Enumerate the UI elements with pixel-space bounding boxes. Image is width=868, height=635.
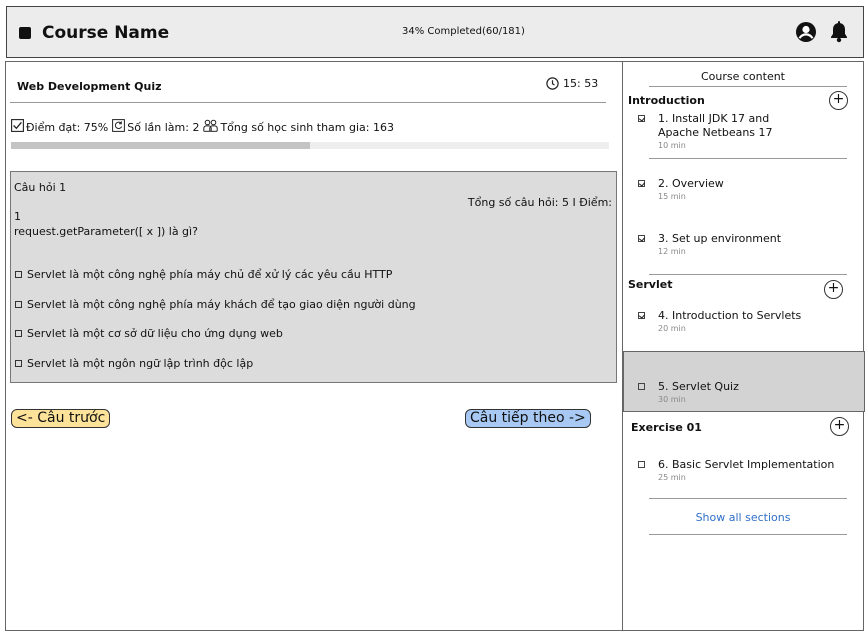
lesson-checkbox[interactable] [638, 461, 645, 468]
divider [649, 498, 847, 499]
quiz-title: Web Development Quiz [17, 80, 162, 93]
lesson-duration: 20 min [658, 324, 686, 333]
quiz-panel: Web Development Quiz 15: 53 Điểm đạt: 75… [5, 61, 623, 631]
timer-value: 15: 53 [563, 77, 599, 90]
answer-option[interactable]: Servlet là một công nghệ phía máy chủ để… [15, 268, 392, 281]
lesson-checkbox[interactable] [638, 115, 645, 122]
lesson-duration: 30 min [658, 395, 686, 404]
option-text: Servlet là một công nghệ phía máy khách … [27, 298, 416, 311]
option-text: Servlet là một công nghệ phía máy chủ để… [27, 268, 393, 281]
section-title-introduction[interactable]: Introduction [628, 94, 705, 107]
lesson-checkbox[interactable] [638, 180, 645, 187]
checkbox-checked-icon [11, 119, 24, 135]
option-checkbox[interactable] [15, 301, 22, 308]
lesson-name: 1. Install JDK 17 and Apache Netbeans 17 [658, 112, 773, 139]
option-text: Servlet là một cơ sở dữ liệu cho ứng dụn… [27, 327, 283, 340]
section-title-servlet[interactable]: Servlet [628, 278, 672, 291]
divider [649, 274, 847, 275]
course-content-sidebar: Course content Introduction + 1. Install… [622, 61, 865, 631]
course-logo-icon [19, 27, 31, 39]
option-checkbox[interactable] [15, 271, 22, 278]
answer-option[interactable]: Servlet là một cơ sở dữ liệu cho ứng dụn… [15, 327, 283, 340]
question-number: Câu hỏi 1 [14, 181, 67, 194]
score-label: Điểm đạt: 75% [26, 120, 109, 134]
top-header: Course Name 34% Completed(60/181) [6, 6, 864, 58]
lesson-checkbox[interactable] [638, 312, 645, 319]
divider [649, 534, 847, 535]
next-question-button[interactable]: Câu tiếp theo -> [465, 409, 591, 428]
divider [10, 102, 606, 103]
option-checkbox[interactable] [15, 360, 22, 367]
lesson-item[interactable]: 1. Install JDK 17 and Apache Netbeans 17 … [638, 112, 773, 150]
lesson-name: 3. Set up environment [658, 232, 782, 245]
question-total: Tổng số câu hỏi: 5 I Điểm: [467, 196, 612, 209]
answer-option[interactable]: Servlet là một ngôn ngữ lập trình độc lậ… [15, 357, 253, 370]
option-checkbox[interactable] [15, 330, 22, 337]
attempts-label: Số lần làm: 2 [127, 120, 200, 134]
quiz-progress-bar [11, 142, 609, 149]
divider [649, 158, 847, 159]
section-title-exercise[interactable]: Exercise 01 [631, 421, 702, 434]
course-progress-text: 34% Completed(60/181) [402, 26, 525, 37]
answer-option[interactable]: Servlet là một công nghệ phía máy khách … [15, 298, 416, 311]
sidebar-title: Course content [700, 70, 785, 83]
plus-icon[interactable]: + [829, 91, 848, 110]
plus-icon[interactable]: + [824, 280, 843, 299]
quiz-stats: Điểm đạt: 75% Số lần làm: 2 Tổng số học … [11, 119, 394, 135]
lesson-item[interactable]: 6. Basic Servlet Implementation 25 min [638, 458, 834, 482]
clock-icon [546, 77, 559, 90]
lesson-item[interactable]: 2. Overview 15 min [638, 177, 724, 201]
previous-question-button[interactable]: <- Câu trước [11, 409, 111, 428]
show-all-sections-link[interactable]: Show all sections [623, 511, 863, 524]
question-text: request.getParameter([ x ]) là gì? [14, 225, 198, 238]
option-text: Servlet là một ngôn ngữ lập trình độc lậ… [27, 357, 254, 370]
lesson-checkbox[interactable] [638, 383, 645, 390]
plus-icon[interactable]: + [830, 417, 849, 436]
course-brand[interactable]: Course Name [19, 23, 169, 43]
bell-icon[interactable] [829, 21, 849, 47]
lesson-duration: 15 min [658, 192, 686, 201]
lesson-duration: 25 min [658, 473, 686, 482]
question-point: 1 [14, 210, 21, 223]
lesson-name: 5. Servlet Quiz [658, 380, 739, 393]
lesson-name: 6. Basic Servlet Implementation [658, 458, 835, 471]
lesson-duration: 10 min [658, 141, 686, 150]
course-name: Course Name [42, 23, 170, 43]
quiz-timer: 15: 53 [546, 77, 598, 90]
group-icon [203, 119, 219, 135]
participants-label: Tổng số học sinh tham gia: 163 [220, 120, 394, 134]
lesson-name: 2. Overview [658, 177, 724, 190]
lesson-checkbox[interactable] [638, 235, 645, 242]
quiz-progress-fill [11, 142, 310, 149]
user-circle-icon[interactable] [795, 21, 817, 47]
question-box: Câu hỏi 1 Tổng số câu hỏi: 5 I Điểm: 1 r… [10, 171, 617, 383]
lesson-item[interactable]: 3. Set up environment 12 min [638, 232, 781, 256]
lesson-duration: 12 min [658, 247, 686, 256]
divider [649, 86, 847, 87]
lesson-item[interactable]: 5. Servlet Quiz 30 min [638, 380, 739, 404]
lesson-name: 4. Introduction to Servlets [658, 309, 802, 322]
lesson-item[interactable]: 4. Introduction to Servlets 20 min [638, 309, 801, 333]
refresh-icon [112, 119, 126, 135]
